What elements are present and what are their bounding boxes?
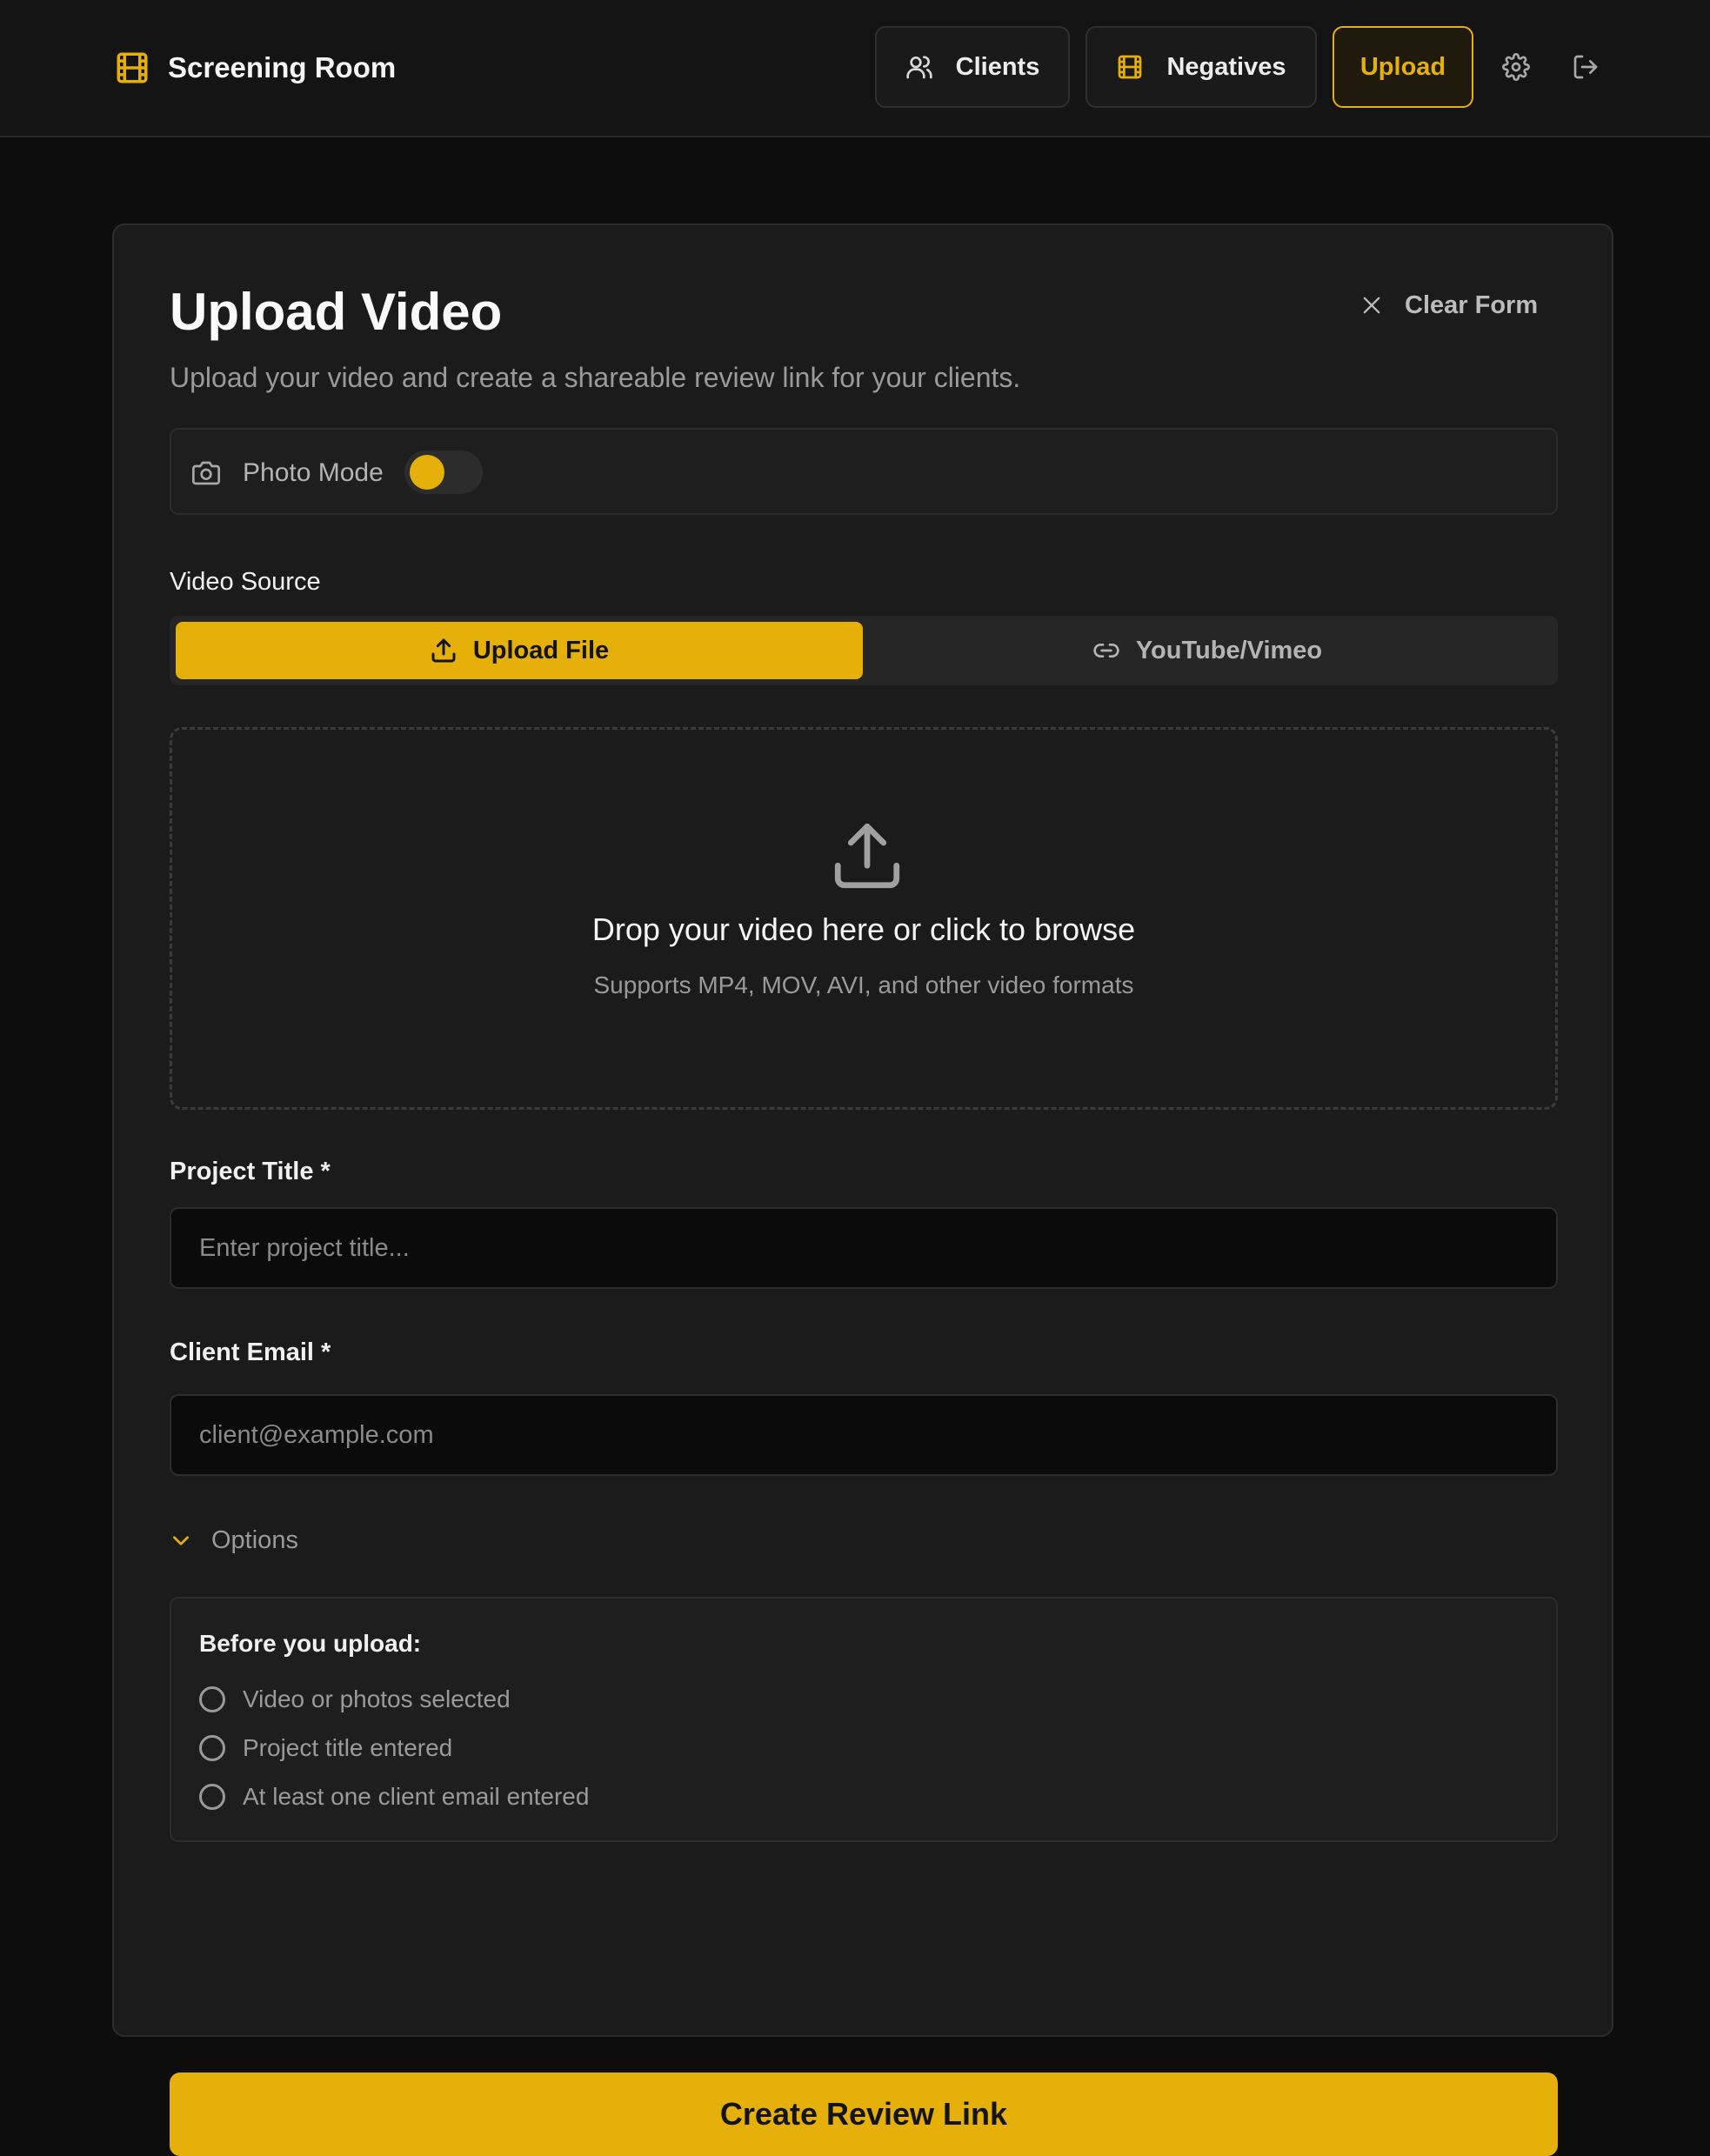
photo-mode-panel: Photo Mode (170, 428, 1558, 515)
unchecked-circle-icon (199, 1735, 225, 1761)
options-label: Options (211, 1525, 298, 1554)
nav-negatives-button[interactable]: Negatives (1085, 26, 1317, 108)
options-toggle[interactable]: Options (170, 1521, 298, 1559)
film-logo-icon (114, 50, 150, 86)
clear-form-label: Clear Form (1405, 290, 1539, 319)
photo-mode-label: Photo Mode (243, 458, 384, 487)
checklist-item-label: Project title entered (243, 1734, 453, 1761)
upload-icon (430, 637, 458, 664)
chevron-down-icon (170, 1529, 192, 1552)
nav-upload-button[interactable]: Upload (1333, 26, 1473, 108)
photo-mode-toggle[interactable] (404, 451, 483, 494)
page-title: Upload Video (170, 283, 503, 341)
video-dropzone[interactable]: Drop your video here or click to browse … (170, 727, 1558, 1110)
brand[interactable]: Screening Room (114, 49, 396, 87)
client-email-label: Client Email * (170, 1338, 331, 1366)
toggle-knob (410, 455, 444, 490)
upload-file-tab[interactable]: Upload File (176, 622, 863, 679)
users-icon (905, 53, 933, 81)
video-source-selector: Upload File YouTube/Vimeo (170, 616, 1558, 685)
nav-clients-button[interactable]: Clients (875, 26, 1070, 108)
checklist-item: Project title entered (199, 1732, 452, 1764)
checklist-item-label: At least one client email entered (243, 1783, 590, 1810)
top-navigation-bar: Screening Room Clients Negatives Upload (0, 0, 1710, 137)
page-subtitle: Upload your video and create a shareable… (170, 362, 1021, 393)
close-icon (1359, 293, 1384, 317)
logout-button[interactable] (1569, 50, 1602, 83)
create-review-link-button[interactable]: Create Review Link (170, 2073, 1558, 2156)
upload-checklist: Before you upload: Video or photos selec… (170, 1597, 1558, 1842)
clear-form-button[interactable]: Clear Form (1359, 286, 1538, 324)
link-icon (1092, 637, 1120, 664)
logout-icon (1572, 53, 1600, 81)
upload-tray-icon (828, 817, 906, 895)
project-title-label: Project Title * (170, 1158, 331, 1185)
settings-button[interactable] (1500, 50, 1533, 83)
checklist-item: Video or photos selected (199, 1684, 511, 1715)
nav-negatives-label: Negatives (1166, 52, 1286, 81)
nav-upload-label: Upload (1359, 52, 1446, 81)
unchecked-circle-icon (199, 1686, 225, 1712)
checklist-item-label: Video or photos selected (243, 1685, 511, 1712)
gear-icon (1502, 53, 1530, 81)
film-icon (1116, 53, 1144, 81)
client-email-input[interactable] (170, 1394, 1558, 1476)
unchecked-circle-icon (199, 1784, 225, 1810)
nav-clients-label: Clients (955, 52, 1040, 81)
upload-file-label: Upload File (472, 636, 610, 664)
checklist-title: Before you upload: (199, 1630, 422, 1657)
app-name: Screening Room (168, 51, 397, 83)
project-title-input[interactable] (170, 1207, 1558, 1289)
upload-card: Upload Video Upload your video and creat… (112, 224, 1613, 2156)
dropzone-subtitle: Supports MP4, MOV, AVI, and other video … (593, 971, 1134, 998)
video-source-label: Video Source (170, 568, 321, 596)
youtube-vimeo-tab[interactable]: YouTube/Vimeo (864, 622, 1551, 679)
checklist-item: At least one client email entered (199, 1781, 589, 1812)
youtube-vimeo-label: YouTube/Vimeo (1135, 636, 1323, 664)
dropzone-title: Drop your video here or click to browse (591, 911, 1136, 947)
camera-icon (192, 459, 220, 487)
